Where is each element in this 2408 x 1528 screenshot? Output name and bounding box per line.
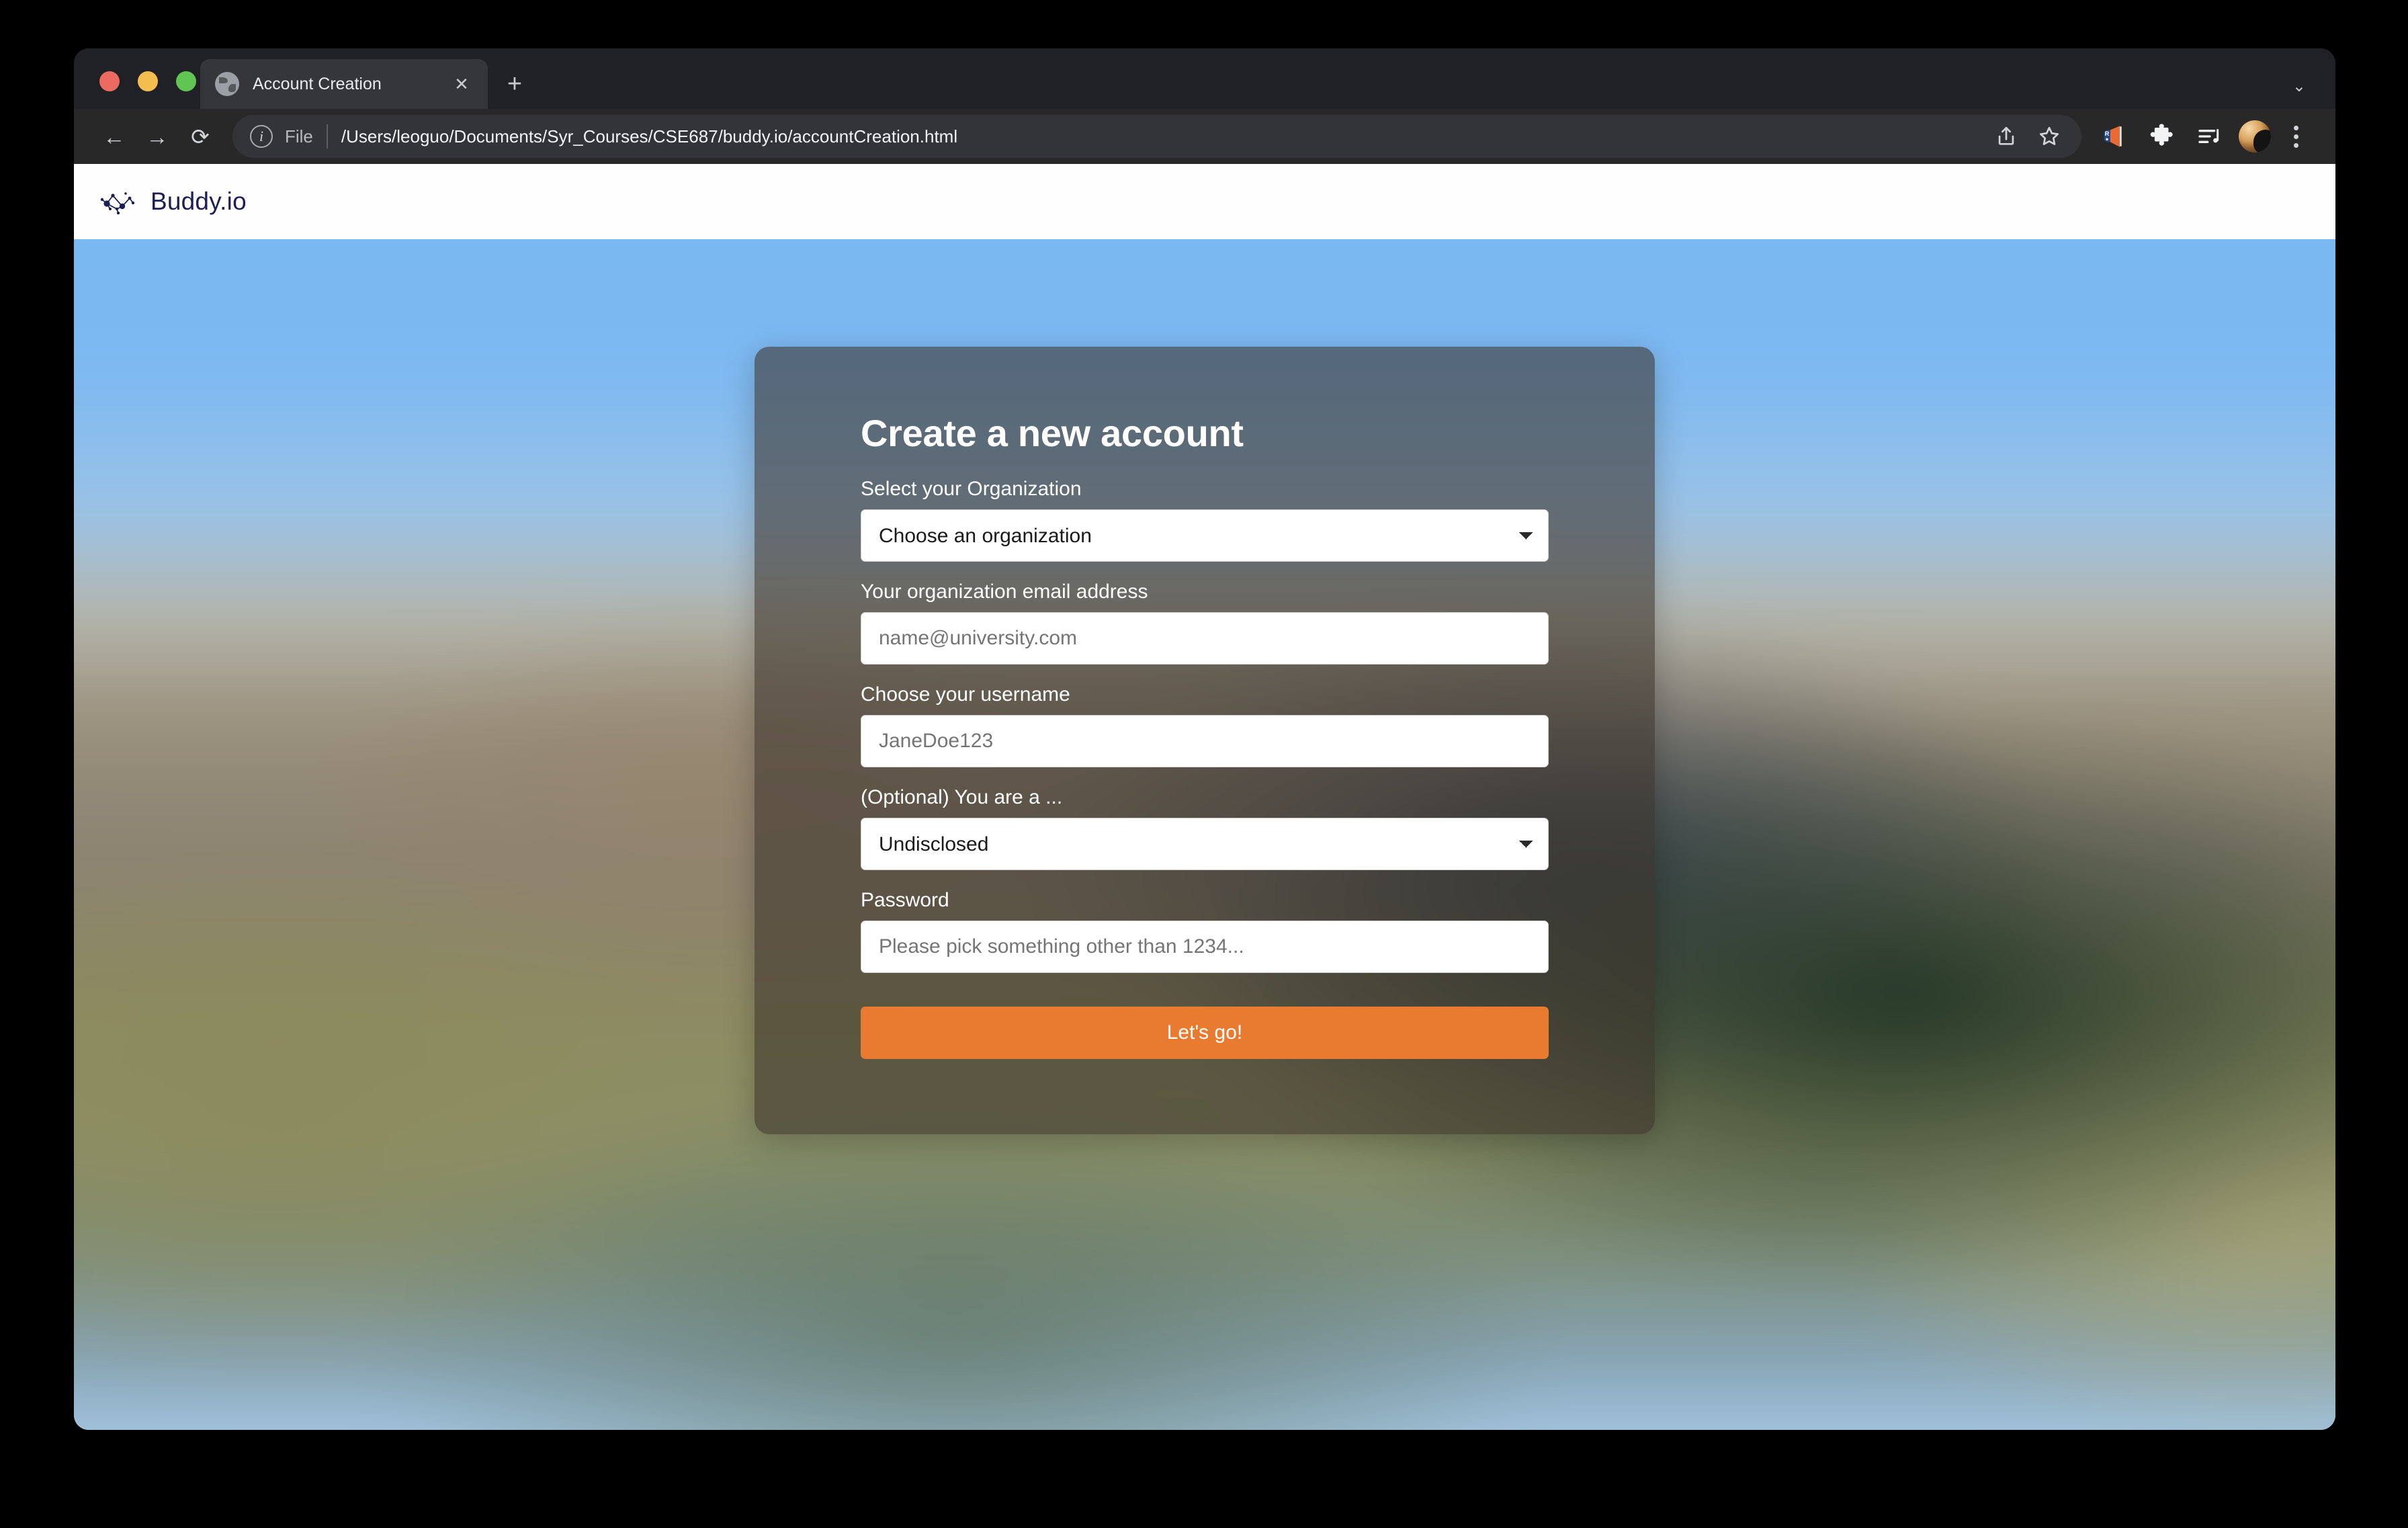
page-title: Create a new account — [861, 412, 1244, 454]
browser-tab[interactable]: Account Creation ✕ — [200, 59, 488, 109]
browser-toolbar: ← → ⟳ i File /Users/leoguo/Documents/Syr… — [74, 109, 2335, 164]
maximize-window-button[interactable] — [176, 71, 196, 91]
share-icon[interactable] — [1987, 118, 2025, 155]
svg-text:R: R — [2105, 130, 2110, 137]
organization-select[interactable]: Choose an organization — [861, 509, 1549, 562]
extensions-puzzle-icon[interactable] — [2142, 117, 2181, 156]
network-nodes-icon — [98, 186, 140, 217]
role-field: (Optional) You are a ... Undisclosed — [861, 786, 1549, 870]
brand-name: Buddy.io — [150, 187, 247, 215]
role-label: (Optional) You are a ... — [861, 786, 1063, 808]
info-icon[interactable]: i — [250, 125, 273, 148]
chevron-down-icon[interactable]: ⌄ — [2292, 77, 2306, 96]
window-controls — [99, 71, 196, 91]
organization-label: Select your Organization — [861, 478, 1082, 500]
new-tab-button[interactable]: + — [494, 59, 535, 109]
media-playlist-icon[interactable] — [2190, 117, 2229, 156]
browser-menu-icon[interactable] — [2280, 117, 2311, 156]
bookmark-star-icon[interactable] — [2030, 118, 2068, 155]
megaphone-icon[interactable]: R — [2094, 117, 2133, 156]
submit-button[interactable]: Let's go! — [861, 1007, 1549, 1059]
password-input[interactable] — [861, 921, 1549, 973]
username-label: Choose your username — [861, 683, 1070, 706]
tab-title: Account Creation — [253, 74, 382, 93]
account-creation-card: Create a new account Select your Organiz… — [755, 347, 1655, 1134]
minimize-window-button[interactable] — [138, 71, 158, 91]
page-viewport: Buddy.io Create a new account Select you… — [74, 164, 2335, 1430]
close-window-button[interactable] — [99, 71, 120, 91]
hero-background: Create a new account Select your Organiz… — [74, 239, 2335, 1430]
password-label: Password — [861, 889, 949, 911]
close-tab-icon[interactable]: ✕ — [450, 75, 473, 93]
browser-window: Account Creation ✕ + ⌄ ← → ⟳ i File /Use… — [74, 48, 2335, 1430]
url-scheme-label: File — [285, 126, 313, 146]
forward-button[interactable]: → — [136, 115, 179, 158]
toolbar-extensions: R — [2094, 117, 2311, 156]
site-header: Buddy.io — [74, 164, 2335, 239]
email-label: Your organization email address — [861, 581, 1148, 603]
tab-strip: Account Creation ✕ + ⌄ — [74, 48, 2335, 109]
globe-icon — [215, 72, 239, 96]
username-input[interactable] — [861, 715, 1549, 767]
role-select[interactable]: Undisclosed — [861, 818, 1549, 870]
username-field: Choose your username — [861, 683, 1549, 767]
profile-avatar[interactable] — [2239, 120, 2271, 153]
address-bar[interactable]: i File /Users/leoguo/Documents/Syr_Cours… — [232, 115, 2081, 158]
password-field: Password — [861, 889, 1549, 973]
reload-button[interactable]: ⟳ — [179, 115, 222, 158]
back-button[interactable]: ← — [93, 115, 136, 158]
divider — [326, 124, 328, 148]
email-input[interactable] — [861, 612, 1549, 665]
organization-field: Select your Organization Choose an organ… — [861, 478, 1549, 562]
email-field: Your organization email address — [861, 581, 1549, 665]
url-text: /Users/leoguo/Documents/Syr_Courses/CSE6… — [341, 126, 958, 146]
